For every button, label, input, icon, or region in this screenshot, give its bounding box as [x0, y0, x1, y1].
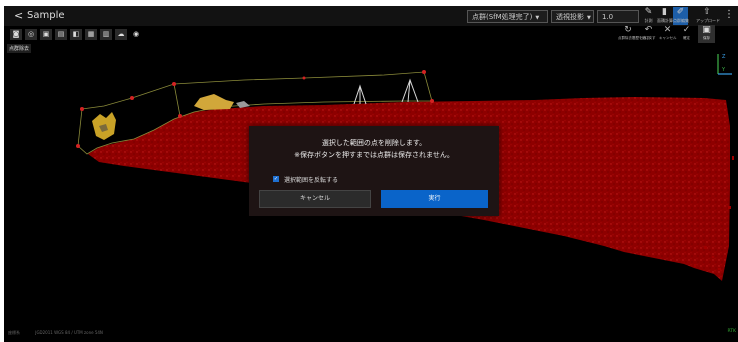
top-bar: < Sample 点群(SfM処理完了) ▼ 透視投影 ▼ 1.0 ✎ 計測 ▮ 面… [4, 6, 738, 26]
ruler-icon: ✎ [644, 7, 653, 17]
coordinate-system-info: 座標系 JGD2011 WGS 84 / UTM zone 54N [8, 330, 117, 336]
cancel-button[interactable]: キャンセル [259, 190, 371, 208]
invert-selection-label[interactable]: 選択範囲を反転する [284, 175, 338, 184]
more-menu-icon[interactable]: ⋮ [724, 9, 734, 20]
cube-icon[interactable]: ◧ [70, 29, 82, 40]
eye-icon[interactable]: ◉ [130, 29, 142, 40]
select-box-icon[interactable]: ▣ [40, 29, 52, 40]
status-dropdown-value: 点群(SfM処理完了) [472, 13, 533, 21]
dialog-message: 選択した範囲の点を削除します。 [321, 139, 427, 147]
crs-label: 座標系 [8, 330, 20, 335]
measure-label: 計測 [644, 18, 653, 23]
chevron-down-icon: ▼ [587, 15, 591, 21]
undo-label: 元に戻す [641, 36, 656, 40]
point-size-value: 1.0 [602, 13, 614, 21]
chart-icon: ▮ [662, 7, 667, 17]
area-button[interactable]: ▮ 面積計算 [657, 7, 673, 25]
execute-button[interactable]: 実行 [381, 190, 488, 208]
measure-button[interactable]: ✎ 計測 [641, 7, 656, 25]
cloud-icon[interactable]: ☁ [115, 29, 127, 40]
clear-history-label: 点群除去履歴を消す [618, 36, 650, 40]
target-icon[interactable]: ◎ [25, 29, 37, 40]
point-size-input[interactable]: 1.0 [597, 10, 639, 23]
back-button[interactable]: < [14, 9, 23, 22]
doc-icon[interactable]: ▤ [55, 29, 67, 40]
edit-points-button[interactable]: ✐ 点群編集 [673, 7, 689, 25]
axis-gizmo: Z Y [717, 54, 732, 75]
crs-value: JGD2011 WGS 84 / UTM zone 54N [35, 330, 103, 335]
status-dropdown[interactable]: 点群(SfM処理完了) ▼ [467, 10, 548, 23]
save-icon: ▣ [702, 25, 711, 35]
chevron-down-icon: ▼ [535, 15, 540, 21]
delete-points-dialog: 選択した範囲の点を削除します。 ※保存ボタンを押すまでは点群は保存されません。 … [249, 126, 499, 216]
confirm-label: 確定 [683, 36, 690, 40]
save-button[interactable]: ▣ 保存 [698, 25, 715, 43]
axis-y-label: Y [721, 67, 726, 73]
projection-dropdown-value: 透視投影 [556, 13, 584, 21]
undo-icon: ↶ [644, 25, 653, 35]
upload-label: アップロード [696, 18, 720, 23]
camera-icon[interactable]: ◙ [10, 29, 22, 40]
tool-tooltip: 点群除去 [7, 44, 32, 53]
cancel-selection-button[interactable]: ✕ キャンセル [659, 25, 677, 43]
confirm-button[interactable]: ✓ 確定 [678, 25, 695, 43]
viewer-frame: < Sample 点群(SfM処理完了) ▼ 透視投影 ▼ 1.0 ✎ 計測 ▮ 面… [4, 6, 738, 342]
edit-points-label: 点群編集 [673, 18, 689, 23]
axis-z-label: Z [722, 54, 726, 60]
layers-icon[interactable]: ▥ [100, 29, 112, 40]
dialog-note: ※保存ボタンを押すまでは点群は保存されません。 [294, 151, 454, 159]
pencil-icon: ✐ [676, 7, 685, 17]
project-title: Sample [27, 10, 65, 21]
close-icon: ✕ [663, 25, 672, 35]
rtk-status-badge: RTK [727, 329, 737, 334]
frame-icon[interactable]: ▦ [85, 29, 97, 40]
upload-button[interactable]: ⇧ アップロード [696, 7, 720, 25]
tripod-points [353, 78, 419, 105]
history-icon: ↻ [624, 25, 632, 35]
projection-dropdown[interactable]: 透視投影 ▼ [551, 10, 594, 23]
check-icon: ✓ [682, 25, 691, 35]
save-label: 保存 [703, 36, 710, 40]
upload-icon: ⇧ [703, 7, 711, 17]
invert-selection-checkbox[interactable]: ✓ [273, 176, 279, 182]
undo-button[interactable]: ↶ 元に戻す [640, 25, 657, 43]
cancel-selection-label: キャンセル [659, 36, 677, 40]
area-label: 面積計算 [657, 18, 673, 23]
clear-history-button[interactable]: ↻ 点群除去履歴を消す [618, 25, 650, 43]
